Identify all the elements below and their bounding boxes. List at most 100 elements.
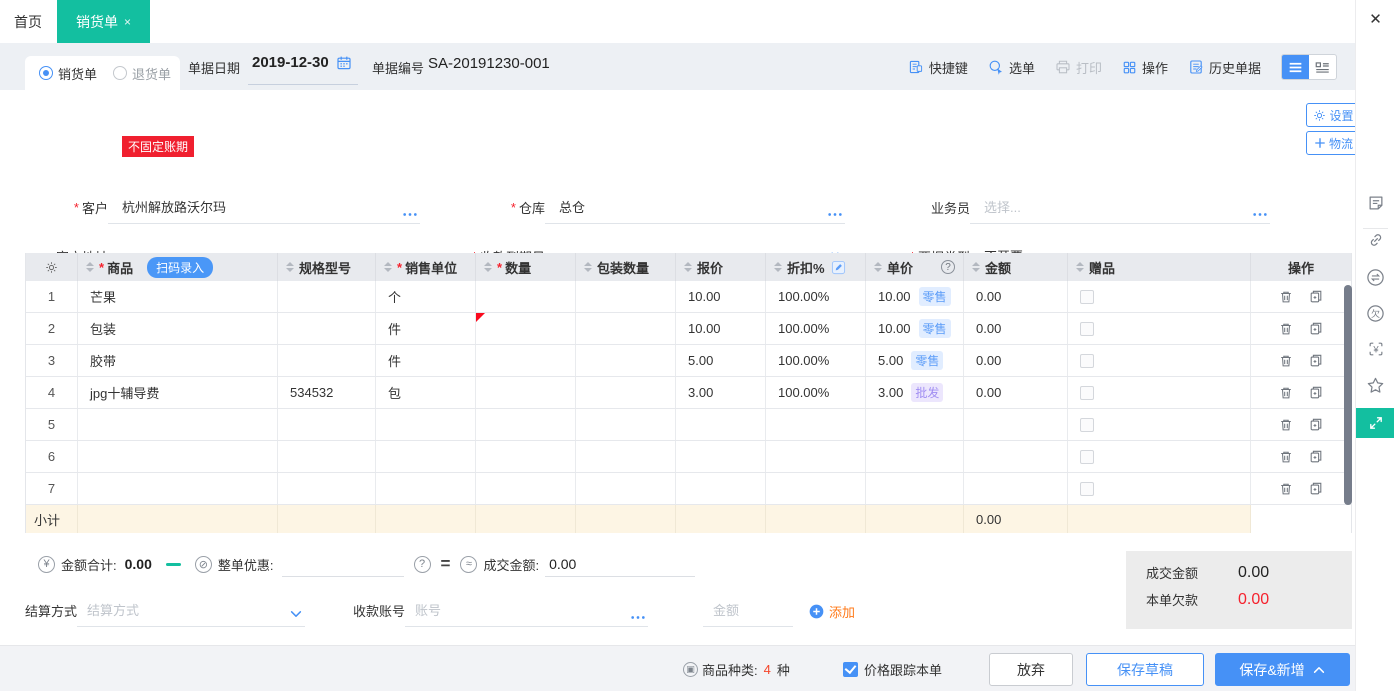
sort-carets-icon[interactable] bbox=[1076, 262, 1084, 272]
delete-row-icon[interactable] bbox=[1279, 450, 1293, 464]
copy-row-icon[interactable] bbox=[1309, 386, 1323, 400]
cell-quantity[interactable] bbox=[476, 281, 576, 312]
deal-amount-input[interactable]: 0.00 bbox=[545, 551, 695, 577]
delete-row-icon[interactable] bbox=[1279, 354, 1293, 368]
cell-discount[interactable]: 100.00% bbox=[766, 281, 866, 312]
link-icon[interactable] bbox=[1356, 231, 1394, 249]
price-type-tag[interactable]: 零售 bbox=[919, 287, 951, 306]
cell-unit-price[interactable] bbox=[866, 441, 964, 472]
cell-product[interactable] bbox=[78, 409, 278, 440]
cell-quote[interactable] bbox=[676, 409, 766, 440]
sort-carets-icon[interactable] bbox=[86, 262, 94, 272]
cell-pack-quantity[interactable] bbox=[576, 473, 676, 504]
delete-row-icon[interactable] bbox=[1279, 290, 1293, 304]
sort-carets-icon[interactable] bbox=[286, 262, 294, 272]
cell-spec[interactable] bbox=[278, 409, 376, 440]
discount-input[interactable] bbox=[282, 551, 404, 577]
add-payment-button[interactable]: 添加 bbox=[809, 602, 855, 627]
sort-carets-icon[interactable] bbox=[874, 262, 882, 272]
cell-quote[interactable] bbox=[676, 473, 766, 504]
column-header-6[interactable]: 报价 bbox=[676, 253, 766, 281]
delete-row-icon[interactable] bbox=[1279, 418, 1293, 432]
cell-spec[interactable] bbox=[278, 281, 376, 312]
logistics-button[interactable]: 物流 bbox=[1306, 131, 1361, 155]
column-header-10[interactable]: 赠品 bbox=[1068, 253, 1251, 281]
owe-icon[interactable]: 欠 bbox=[1356, 304, 1394, 323]
gift-checkbox[interactable] bbox=[1080, 418, 1094, 432]
cell-unit[interactable]: 件 bbox=[376, 345, 476, 376]
cell-discount[interactable] bbox=[766, 409, 866, 440]
cell-quote[interactable]: 10.00 bbox=[676, 313, 766, 344]
sort-carets-icon[interactable] bbox=[484, 262, 492, 272]
gift-checkbox[interactable] bbox=[1080, 482, 1094, 496]
cell-spec[interactable] bbox=[278, 473, 376, 504]
column-header-8[interactable]: 单价? bbox=[866, 253, 964, 281]
doc-date-value[interactable]: 2019-12-30 bbox=[252, 54, 329, 71]
cell-quantity[interactable] bbox=[476, 409, 576, 440]
cell-unit-price[interactable]: 5.00零售 bbox=[866, 345, 964, 376]
toolbar-histdoc-button[interactable]: 历史单据 bbox=[1188, 58, 1261, 77]
column-header-3[interactable]: *销售单位 bbox=[376, 253, 476, 281]
gift-checkbox[interactable] bbox=[1080, 322, 1094, 336]
cell-unit-price[interactable] bbox=[866, 473, 964, 504]
star-icon[interactable] bbox=[1356, 376, 1394, 395]
cell-unit[interactable]: 个 bbox=[376, 281, 476, 312]
calendar-icon[interactable] bbox=[336, 55, 352, 74]
tab-home[interactable]: 首页 bbox=[14, 0, 42, 43]
cell-product[interactable]: 包装 bbox=[78, 313, 278, 344]
cell-quantity[interactable] bbox=[476, 473, 576, 504]
cell-unit[interactable] bbox=[376, 473, 476, 504]
copy-row-icon[interactable] bbox=[1309, 354, 1323, 368]
settings-button[interactable]: 设置 bbox=[1306, 103, 1361, 127]
cell-product[interactable] bbox=[78, 473, 278, 504]
cell-quote[interactable]: 3.00 bbox=[676, 377, 766, 408]
column-header-7[interactable]: 折扣% bbox=[766, 253, 866, 281]
gift-checkbox[interactable] bbox=[1080, 450, 1094, 464]
scan-entry-badge[interactable]: 扫码录入 bbox=[147, 257, 213, 278]
cancel-button[interactable]: 放弃 bbox=[989, 653, 1073, 686]
toolbar-shortcut-button[interactable]: 快捷键 bbox=[908, 58, 968, 77]
payment-amount-input[interactable]: 金额 bbox=[703, 600, 793, 627]
column-header-5[interactable]: 包装数量 bbox=[576, 253, 676, 281]
settle-method-select[interactable]: 结算方式 bbox=[77, 600, 305, 627]
cell-product[interactable]: jpg十辅导费 bbox=[78, 377, 278, 408]
cell-unit-price[interactable]: 10.00零售 bbox=[866, 281, 964, 312]
radio-return-order[interactable]: 退货单 bbox=[113, 64, 171, 83]
cell-pack-quantity[interactable] bbox=[576, 313, 676, 344]
column-settings-gear-icon[interactable] bbox=[26, 253, 78, 281]
toolbar-pick-button[interactable]: 选单 bbox=[988, 58, 1035, 77]
gift-checkbox[interactable] bbox=[1080, 386, 1094, 400]
yen-bracket-icon[interactable]: ¥ bbox=[1356, 340, 1394, 358]
cell-quantity[interactable] bbox=[476, 377, 576, 408]
cell-unit[interactable] bbox=[376, 409, 476, 440]
cell-quantity[interactable] bbox=[476, 345, 576, 376]
cell-unit-price[interactable] bbox=[866, 409, 964, 440]
price-track-checkbox[interactable]: 价格跟踪本单 bbox=[843, 660, 942, 679]
copy-row-icon[interactable] bbox=[1309, 418, 1323, 432]
cell-quote[interactable] bbox=[676, 441, 766, 472]
gift-checkbox[interactable] bbox=[1080, 354, 1094, 368]
cell-discount[interactable] bbox=[766, 441, 866, 472]
cell-amount[interactable] bbox=[964, 441, 1068, 472]
cell-spec[interactable] bbox=[278, 441, 376, 472]
cell-amount[interactable]: 0.00 bbox=[964, 345, 1068, 376]
sort-carets-icon[interactable] bbox=[774, 262, 782, 272]
view-toggle-cardview[interactable] bbox=[1309, 55, 1336, 79]
sort-carets-icon[interactable] bbox=[684, 262, 692, 272]
price-type-tag[interactable]: 批发 bbox=[911, 383, 943, 402]
cell-amount[interactable]: 0.00 bbox=[964, 281, 1068, 312]
cell-pack-quantity[interactable] bbox=[576, 409, 676, 440]
cell-unit-price[interactable]: 3.00批发 bbox=[866, 377, 964, 408]
price-type-tag[interactable]: 零售 bbox=[911, 351, 943, 370]
cell-pack-quantity[interactable] bbox=[576, 377, 676, 408]
exchange-icon[interactable] bbox=[1356, 268, 1394, 287]
column-header-1[interactable]: *商品扫码录入 bbox=[78, 253, 278, 281]
save-draft-button[interactable]: 保存草稿 bbox=[1086, 653, 1204, 686]
salesman-input[interactable]: 选择... bbox=[970, 197, 1270, 224]
copy-row-icon[interactable] bbox=[1309, 322, 1323, 336]
cell-discount[interactable]: 100.00% bbox=[766, 313, 866, 344]
sort-carets-icon[interactable] bbox=[384, 262, 392, 272]
salesman-more-icon[interactable] bbox=[1252, 211, 1268, 218]
copy-row-icon[interactable] bbox=[1309, 450, 1323, 464]
cell-unit[interactable]: 件 bbox=[376, 313, 476, 344]
